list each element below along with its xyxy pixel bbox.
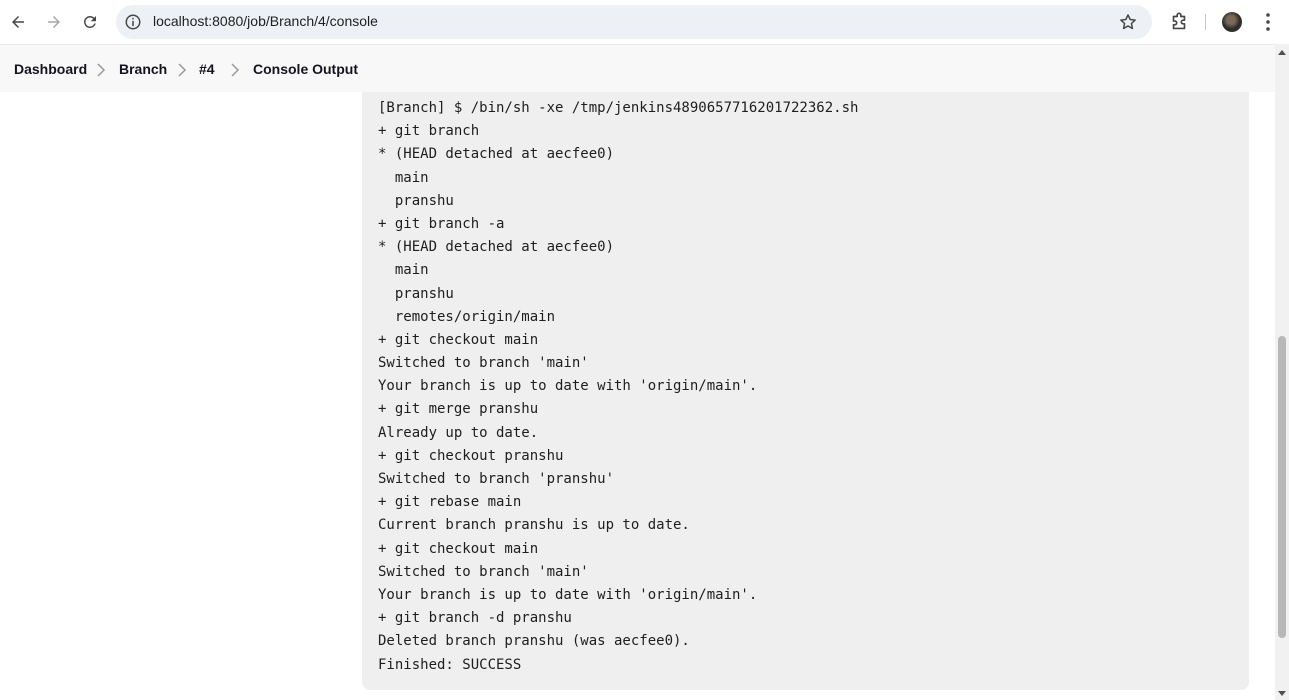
arrow-left-icon xyxy=(12,16,24,28)
more-vert-icon[interactable] xyxy=(1258,11,1278,33)
console-line: main xyxy=(378,169,429,186)
chevron-right-icon xyxy=(97,63,106,77)
console-line: + git branch xyxy=(378,123,480,140)
console-line: Switched to branch 'main' xyxy=(378,355,589,372)
console-line: + git rebase main xyxy=(378,494,522,511)
breadcrumb-branch[interactable]: Branch xyxy=(119,61,167,77)
scrollbar-thumb[interactable] xyxy=(1278,336,1286,638)
console-line: + git checkout main xyxy=(378,331,539,348)
reload-button[interactable] xyxy=(75,7,105,37)
console-lines: [Branch] $ /bin/sh -xe /tmp/jenkins48906… xyxy=(378,97,858,677)
console-output-text: [Branch] $ /bin/sh -xe /tmp/jenkins48906… xyxy=(362,92,1249,690)
bookmark-star-icon[interactable] xyxy=(1118,12,1138,32)
url-text[interactable]: localhost:8080/job/Branch/4/console xyxy=(153,13,378,29)
console-line: pranshu xyxy=(378,192,454,209)
breadcrumb-console-output[interactable]: Console Output xyxy=(253,61,358,77)
console-line: Deleted branch pranshu (was aecfee0). xyxy=(378,633,690,650)
console-line: + git checkout main xyxy=(378,540,539,557)
site-info-icon[interactable] xyxy=(124,13,142,31)
browser-toolbar: localhost:8080/job/Branch/4/console xyxy=(0,0,1289,44)
breadcrumb-dashboard[interactable]: Dashboard xyxy=(14,61,87,77)
console-line: * (HEAD detached at aecfee0) xyxy=(378,239,615,256)
chevron-right-icon xyxy=(231,63,240,77)
console-line: + git branch -d pranshu xyxy=(378,610,572,627)
breadcrumb: Dashboard Branch #4 Console Output xyxy=(0,44,1289,92)
address-bar[interactable]: localhost:8080/job/Branch/4/console xyxy=(116,5,1152,39)
console-line: remotes/origin/main xyxy=(378,308,556,325)
scroll-up-arrow-icon[interactable] xyxy=(1278,50,1286,55)
console-line: + git branch -a xyxy=(378,215,505,232)
console-line: Switched to branch 'pranshu' xyxy=(378,471,615,487)
console-line: Your branch is up to date with 'origin/m… xyxy=(378,586,758,603)
console-line: + git checkout pranshu xyxy=(378,447,564,464)
console-line: pranshu xyxy=(378,285,454,302)
console-line: Already up to date. xyxy=(378,424,539,441)
back-button[interactable] xyxy=(3,7,33,37)
chevron-right-icon xyxy=(178,63,187,77)
console-line: Switched to branch 'main' xyxy=(378,563,589,580)
console-line: Your branch is up to date with 'origin/m… xyxy=(378,378,758,395)
console-line: Finished: SUCCESS xyxy=(378,656,522,673)
console-line: * (HEAD detached at aecfee0) xyxy=(378,146,615,163)
console-line: + git merge pranshu xyxy=(378,401,539,418)
reload-icon xyxy=(83,15,96,28)
extensions-puzzle-icon[interactable] xyxy=(1168,11,1190,33)
console-line: [Branch] $ /bin/sh -xe /tmp/jenkins48906… xyxy=(378,100,859,116)
page-scrollbar[interactable] xyxy=(1275,44,1289,700)
arrow-right-icon xyxy=(48,16,60,28)
console-line: Current branch pranshu is up to date. xyxy=(378,517,690,534)
scroll-down-arrow-icon[interactable] xyxy=(1278,691,1286,696)
toolbar-divider xyxy=(1205,14,1206,30)
console-line: main xyxy=(378,262,429,279)
forward-button[interactable] xyxy=(39,7,69,37)
breadcrumb-build[interactable]: #4 xyxy=(199,61,215,77)
profile-avatar[interactable] xyxy=(1222,12,1242,32)
